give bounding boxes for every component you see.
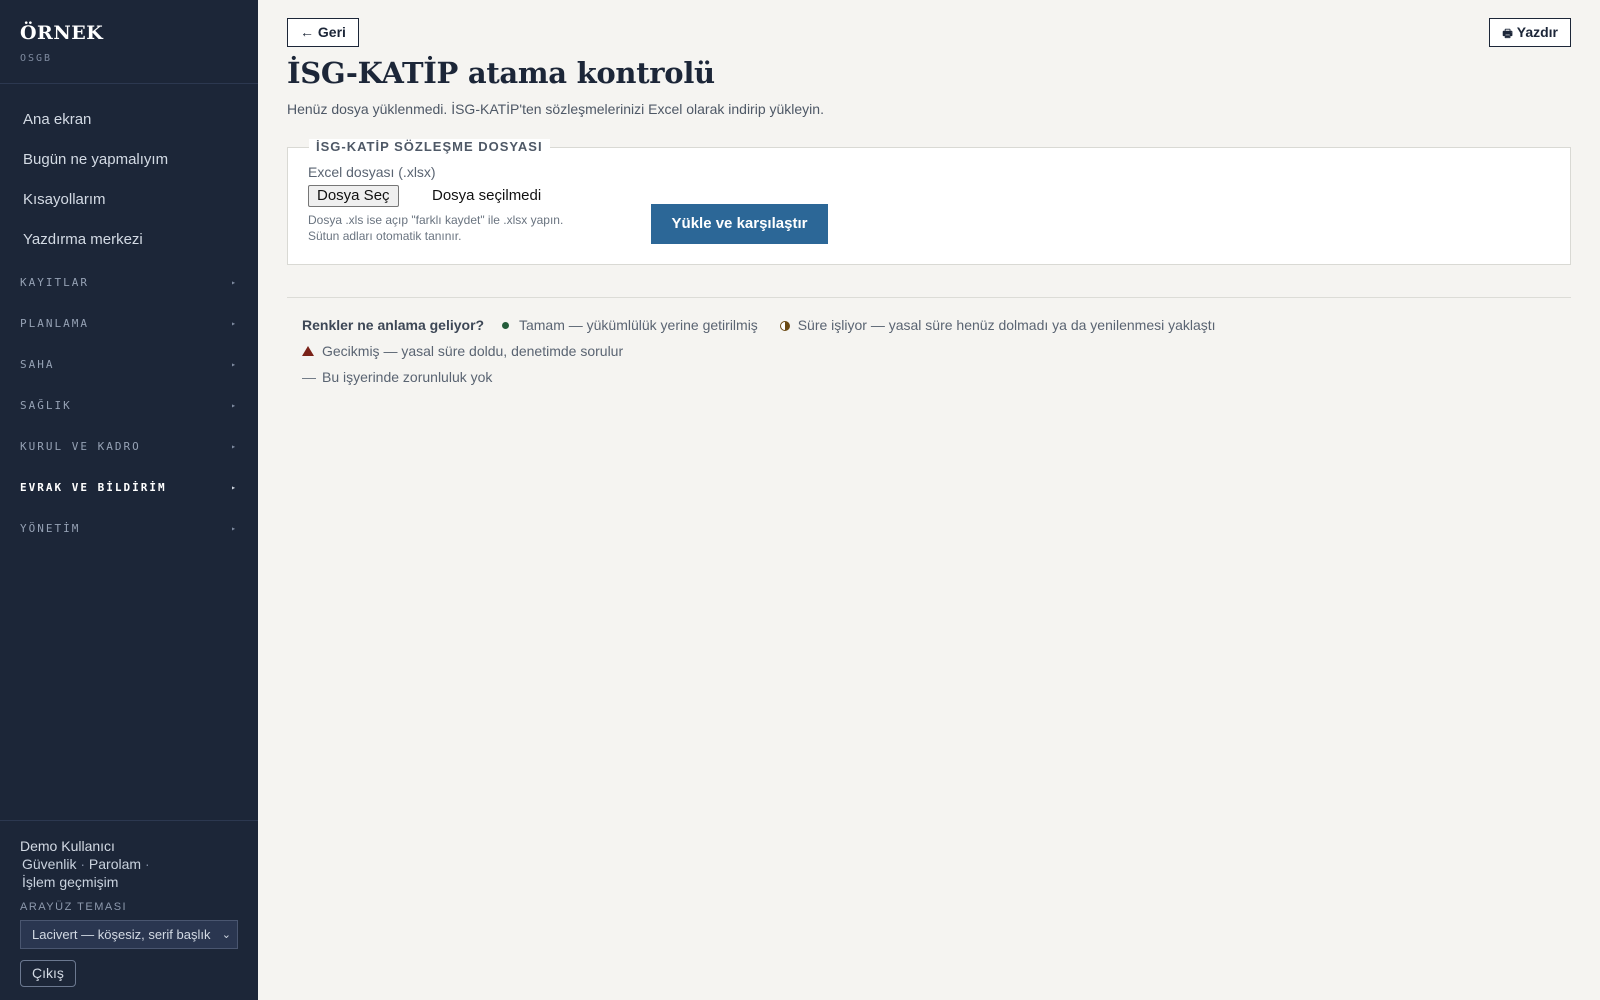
page-subtitle: Henüz dosya yüklenmedi. İSG-KATİP'ten sö… [287, 101, 824, 117]
brand: ÖRNEK OSGB [0, 0, 258, 84]
legend-label: Tamam — yükümlülük yerine getirilmiş [518, 317, 758, 333]
printer-icon: 🖶 [1502, 28, 1513, 40]
theme-label: ARAYÜZ TEMASI [20, 901, 128, 913]
color-legend-title: Renkler ne anlama geliyor? [302, 317, 485, 333]
sidebar-group-label: PLANLAMA [20, 317, 89, 330]
sidebar-group-label: SAĞLIK [20, 399, 72, 412]
sidebar-group-label: KAYITLAR [20, 276, 89, 289]
sidebar-group-label: YÖNETİM [20, 522, 81, 535]
legend-item-pending: Süre işliyor — yasal süre henüz dolmadı … [779, 312, 1216, 338]
sidebar-group-evrak-ve-bildirim[interactable]: EVRAK VE BİLDİRİM ▸ [0, 467, 258, 508]
color-legend: Renkler ne anlama geliyor? Tamam — yüküm… [302, 312, 1572, 390]
ok-dot-icon [501, 322, 509, 329]
sidebar-item-kisayollarim[interactable]: Kısayollarım [0, 180, 258, 220]
print-button-label: Yazdır [1516, 24, 1558, 40]
legend-item-none: — Bu işyerinde zorunluluk yok [302, 364, 492, 390]
sidebar-item-ana-ekran[interactable]: Ana ekran [0, 100, 258, 140]
chevron-right-icon: ▸ [231, 483, 236, 492]
chevron-right-icon: ▸ [231, 524, 236, 533]
sidebar-item-bugun[interactable]: Bugün ne yapmalıyım [0, 140, 258, 180]
page-title: İSG-KATİP atama kontrolü [287, 56, 715, 90]
warning-triangle-icon [302, 346, 314, 356]
upload-fieldset: İSG-KATİP SÖZLEŞME DOSYASI Excel dosyası… [287, 139, 1571, 265]
back-button[interactable]: ← Geri [287, 18, 359, 47]
file-status: Dosya seçilmedi [432, 187, 542, 204]
brand-subtitle: OSGB [20, 53, 53, 64]
divider [287, 297, 1571, 298]
sidebar: ÖRNEK OSGB Ana ekran Bugün ne yapmalıyım… [0, 0, 258, 1000]
upload-compare-button[interactable]: Yükle ve karşılaştır [651, 204, 828, 244]
chevron-right-icon: ▸ [231, 319, 236, 328]
user-link-parolam[interactable]: Parolam [89, 856, 141, 872]
sidebar-group-saha[interactable]: SAHA ▸ [0, 344, 258, 385]
user-name: Demo Kullanıcı [20, 838, 115, 854]
half-circle-icon [779, 321, 790, 331]
upload-help: Dosya .xls ise açıp "farklı kaydet" ile … [308, 212, 563, 244]
chevron-right-icon: ▸ [231, 360, 236, 369]
sidebar-group-label: EVRAK VE BİLDİRİM [20, 481, 167, 494]
user-link-guvenlik[interactable]: Güvenlik [22, 856, 76, 872]
chevron-right-icon: ▸ [231, 401, 236, 410]
main-content: ← Geri 🖶 Yazdır İSG-KATİP atama kontrolü … [258, 0, 1600, 1000]
theme-select[interactable]: Lacivert — köşesiz, serif başlık ⌄ [20, 920, 238, 949]
upload-help-line: Sütun adları otomatik tanınır. [308, 229, 462, 243]
legend-item-late: Gecikmiş — yasal süre doldu, denetimde s… [302, 338, 623, 364]
sidebar-group-yonetim[interactable]: YÖNETİM ▸ [0, 508, 258, 549]
upload-help-line: Dosya .xls ise açıp "farklı kaydet" ile … [308, 213, 564, 227]
sidebar-group-planlama[interactable]: PLANLAMA ▸ [0, 303, 258, 344]
sidebar-group-kurul-ve-kadro[interactable]: KURUL VE KADRO ▸ [0, 426, 258, 467]
sidebar-nav: Ana ekran Bugün ne yapmalıyım Kısayollar… [0, 84, 258, 260]
sidebar-group-label: SAHA [20, 358, 55, 371]
file-choose-button[interactable]: Dosya Seç [308, 185, 399, 207]
sidebar-group-label: KURUL VE KADRO [20, 440, 141, 453]
sidebar-groups: KAYITLAR ▸ PLANLAMA ▸ SAHA ▸ SAĞLIK ▸ KU… [0, 262, 258, 549]
separator: · [80, 856, 86, 872]
upload-legend: İSG-KATİP SÖZLEŞME DOSYASI [309, 139, 550, 154]
separator: · [144, 856, 150, 872]
sidebar-group-saglik[interactable]: SAĞLIK ▸ [0, 385, 258, 426]
legend-label: Bu işyerinde zorunluluk yok [322, 369, 493, 385]
sidebar-footer: Demo Kullanıcı Güvenlik · Parolam · İşle… [0, 820, 258, 1000]
chevron-right-icon: ▸ [231, 442, 236, 451]
print-button[interactable]: 🖶 Yazdır [1489, 18, 1571, 47]
sidebar-item-yazdirma-merkezi[interactable]: Yazdırma merkezi [0, 220, 258, 260]
theme-select-value: Lacivert — köşesiz, serif başlık [32, 927, 211, 942]
file-field-label: Excel dosyası (.xlsx) [308, 164, 436, 180]
chevron-right-icon: ▸ [231, 278, 236, 287]
user-links: Güvenlik · Parolam · İşlem geçmişim [20, 855, 238, 891]
legend-label: Gecikmiş — yasal süre doldu, denetimde s… [322, 343, 624, 359]
logout-button[interactable]: Çıkış [20, 960, 76, 987]
legend-label: Süre işliyor — yasal süre henüz dolmadı … [797, 317, 1216, 333]
sidebar-group-kayitlar[interactable]: KAYITLAR ▸ [0, 262, 258, 303]
dash-icon: — [302, 369, 316, 385]
chevron-down-icon: ⌄ [221, 929, 231, 941]
brand-name: ÖRNEK [20, 22, 104, 44]
user-link-islem-gecmisim[interactable]: İşlem geçmişim [22, 874, 118, 890]
legend-item-ok: Tamam — yükümlülük yerine getirilmiş [501, 312, 758, 338]
